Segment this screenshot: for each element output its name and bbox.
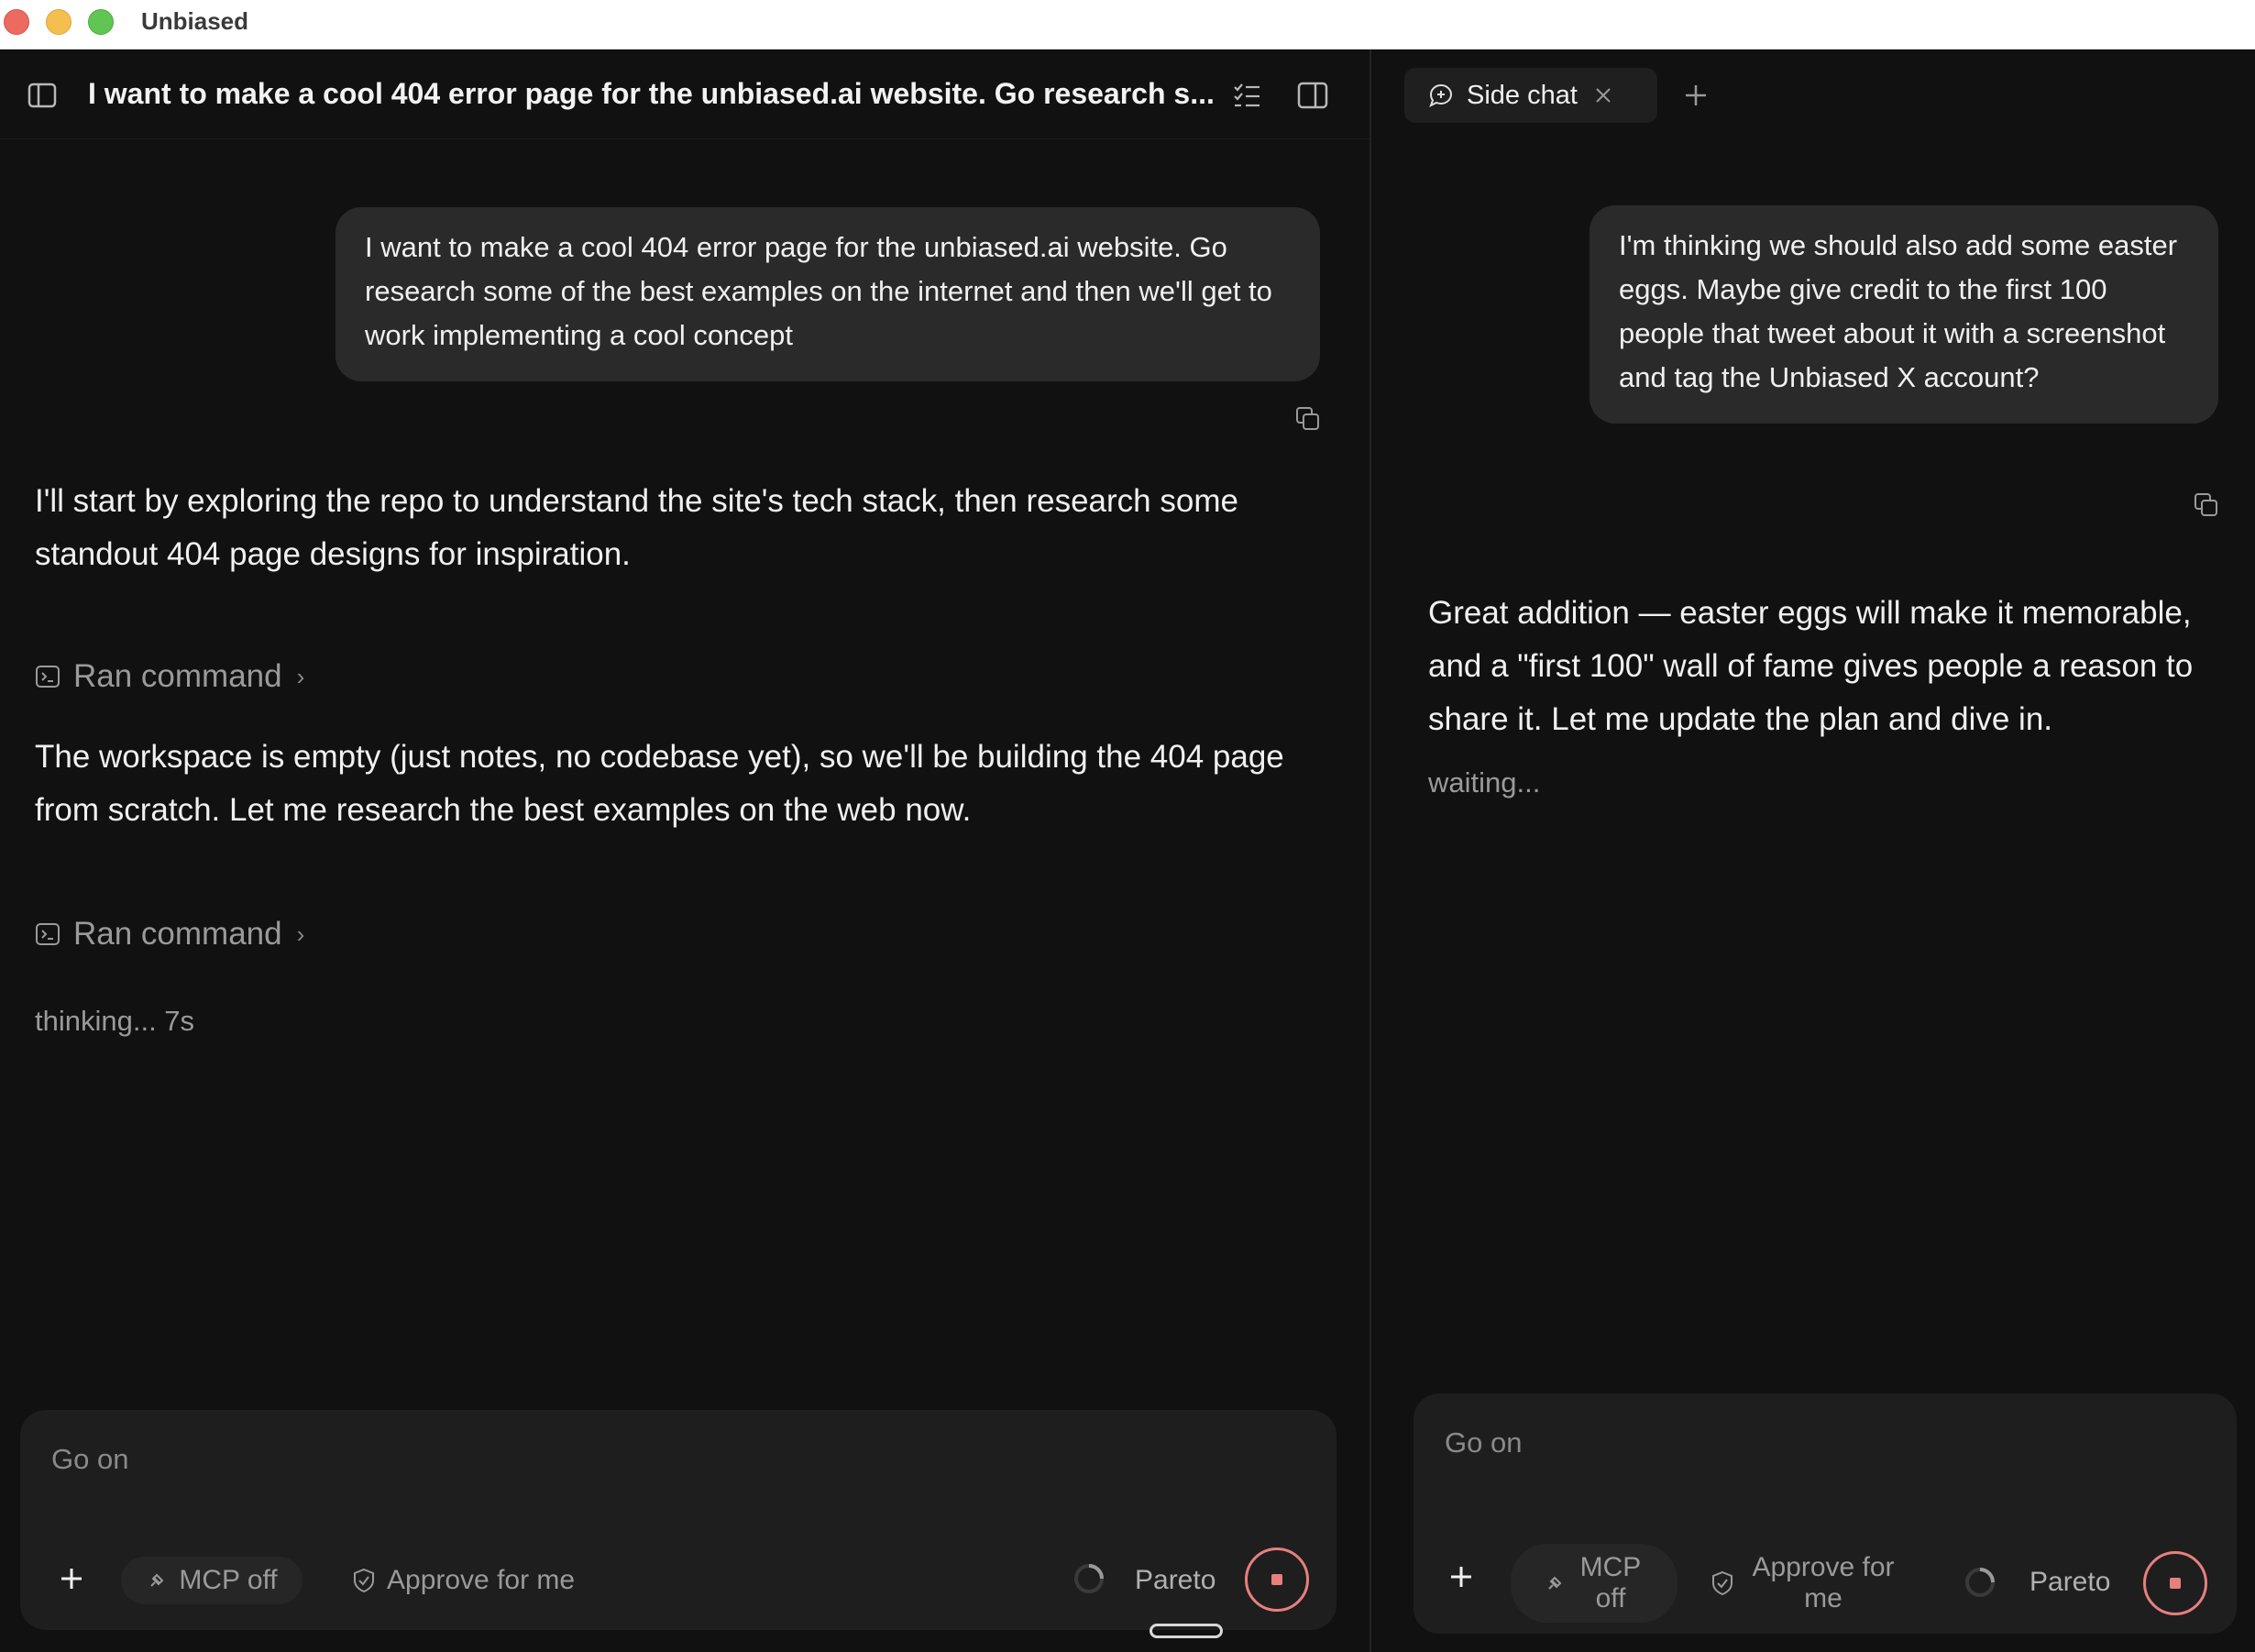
split-panel-icon xyxy=(1297,82,1328,109)
split-view-button[interactable] xyxy=(1294,77,1331,114)
ran-command-label: Ran command xyxy=(73,658,282,694)
checklist-icon xyxy=(1234,83,1260,107)
composer-input[interactable]: Go on xyxy=(1445,1426,1522,1459)
ran-command-label: Ran command xyxy=(73,916,282,952)
thinking-status: thinking... 7s xyxy=(35,1005,195,1037)
chat-icon xyxy=(1429,83,1453,108)
composer-input[interactable]: Go on xyxy=(51,1443,128,1476)
app-title: Unbiased xyxy=(141,7,249,35)
user-message-text: I'm thinking we should also add some eas… xyxy=(1619,229,2178,393)
copy-icon xyxy=(1296,407,1319,430)
chat-title: I want to make a cool 404 error page for… xyxy=(88,77,1215,110)
mcp-label: MCP off xyxy=(1579,1552,1642,1613)
assistant-message: I'll start by exploring the repo to unde… xyxy=(35,483,1238,572)
close-tab-icon[interactable] xyxy=(1594,86,1612,105)
copy-message-button[interactable] xyxy=(1292,403,1324,435)
spinner-icon xyxy=(1965,1568,1995,1597)
task-list-button[interactable] xyxy=(1228,77,1265,114)
stop-button[interactable] xyxy=(1245,1547,1309,1612)
attach-button[interactable] xyxy=(1443,1558,1480,1595)
user-message-bubble: I want to make a cool 404 error page for… xyxy=(336,207,1320,381)
copy-icon xyxy=(2194,493,2217,516)
loading-spinner xyxy=(1962,1564,1998,1601)
waiting-status: waiting... xyxy=(1428,766,1541,798)
stop-icon xyxy=(1271,1574,1282,1585)
model-label: Pareto xyxy=(1135,1565,1216,1595)
tab-label: Side chat xyxy=(1467,80,1578,110)
terminal-icon xyxy=(36,666,60,688)
shield-icon xyxy=(1712,1570,1732,1596)
side-message-composer: Go on MCP off Approve for me Pareto xyxy=(1414,1393,2237,1634)
plus-icon xyxy=(1686,85,1706,105)
model-selector[interactable]: Pareto xyxy=(1135,1557,1216,1604)
model-selector[interactable]: Pareto xyxy=(2030,1558,2110,1606)
stop-icon xyxy=(2170,1578,2181,1589)
plus-icon xyxy=(61,1569,82,1589)
chevron-right-icon: › xyxy=(296,920,305,948)
message-composer: Go on MCP off Approve for me Pareto xyxy=(20,1410,1336,1630)
side-chat-pane: Side chat I'm thinking we should also ad… xyxy=(1371,50,2255,1652)
mcp-toggle[interactable]: MCP off xyxy=(1511,1544,1678,1623)
ran-command-toggle[interactable]: Ran command › xyxy=(35,916,304,953)
resize-handle[interactable] xyxy=(1150,1624,1223,1638)
assistant-message: The workspace is empty (just notes, no c… xyxy=(35,739,1284,828)
model-label: Pareto xyxy=(2030,1567,2111,1597)
zoom-window-button[interactable] xyxy=(88,9,114,35)
assistant-message: Great addition — easter eggs will make i… xyxy=(1428,595,2194,737)
loading-spinner xyxy=(1071,1560,1107,1597)
plus-icon xyxy=(1451,1567,1471,1587)
mcp-toggle[interactable]: MCP off xyxy=(121,1557,302,1604)
copy-message-button[interactable] xyxy=(2191,490,2222,521)
approve-toggle[interactable]: Approve for me xyxy=(1710,1544,1901,1623)
new-tab-button[interactable] xyxy=(1678,77,1714,114)
spinner-icon xyxy=(1074,1564,1104,1593)
user-message-bubble: I'm thinking we should also add some eas… xyxy=(1590,205,2218,424)
mcp-label: MCP off xyxy=(179,1565,278,1595)
main-chat-pane: I want to make a cool 404 error page for… xyxy=(0,50,1370,1652)
close-window-button[interactable] xyxy=(4,9,29,35)
chat-header: I want to make a cool 404 error page for… xyxy=(0,50,1370,139)
sidebar-toggle-button[interactable] xyxy=(26,79,59,112)
shield-icon xyxy=(354,1568,374,1593)
user-message-text: I want to make a cool 404 error page for… xyxy=(365,231,1272,351)
window-titlebar: Unbiased xyxy=(0,0,2255,50)
sidebar-icon xyxy=(28,83,57,108)
approve-toggle[interactable]: Approve for me xyxy=(352,1557,575,1604)
approve-label: Approve for me xyxy=(387,1565,576,1595)
approve-label: Approve for me xyxy=(1752,1552,1895,1613)
tab-side-chat[interactable]: Side chat xyxy=(1404,68,1657,123)
minimize-window-button[interactable] xyxy=(46,9,72,35)
chevron-right-icon: › xyxy=(296,662,305,690)
plug-icon xyxy=(1548,1576,1562,1590)
ran-command-toggle[interactable]: Ran command › xyxy=(35,658,304,695)
stop-button[interactable] xyxy=(2143,1551,2207,1615)
attach-button[interactable] xyxy=(53,1560,90,1597)
terminal-icon xyxy=(36,923,60,945)
plug-icon xyxy=(150,1573,164,1587)
